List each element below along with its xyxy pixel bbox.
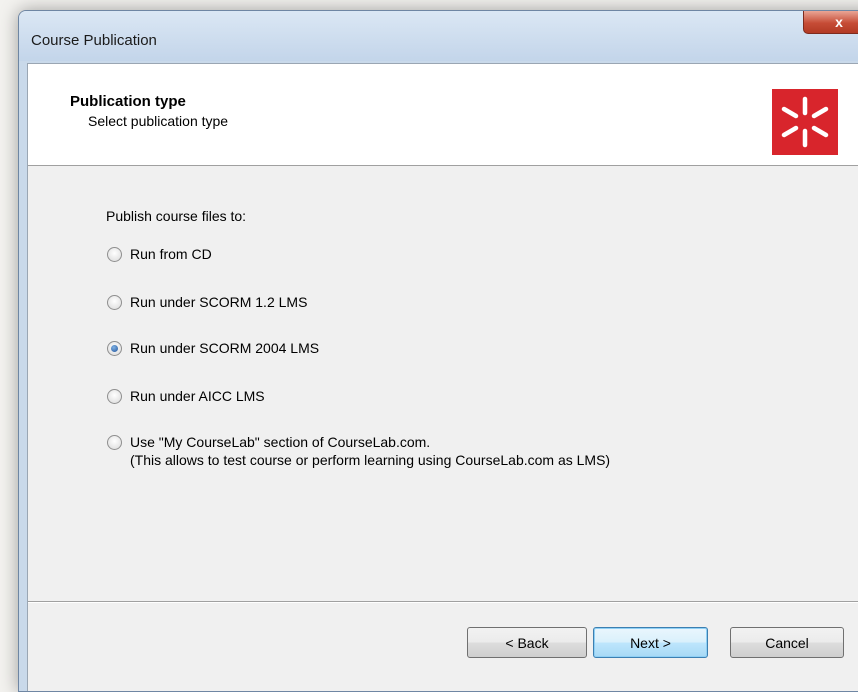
option-label-line1: Use "My CourseLab" section of CourseLab.… xyxy=(130,434,431,450)
asterisk-burst-logo-icon xyxy=(772,89,838,155)
back-button[interactable]: < Back xyxy=(467,627,587,658)
title-bar[interactable]: Course Publication x xyxy=(19,11,858,61)
option-scorm-2004[interactable]: Run under SCORM 2004 LMS xyxy=(107,339,319,357)
option-run-from-cd[interactable]: Run from CD xyxy=(107,245,212,263)
next-button[interactable]: Next > xyxy=(593,627,708,658)
close-icon: x xyxy=(835,14,843,30)
publish-target-label: Publish course files to: xyxy=(106,208,247,224)
radio-aicc[interactable] xyxy=(107,389,122,404)
radio-run-from-cd[interactable] xyxy=(107,247,122,262)
page-subtitle: Select publication type xyxy=(88,113,229,129)
option-label-line2: (This allows to test course or perform l… xyxy=(130,452,611,468)
dialog-body: Publication type Select publication type… xyxy=(27,63,858,691)
window-title: Course Publication xyxy=(31,32,157,49)
radio-scorm-12[interactable] xyxy=(107,295,122,310)
option-scorm-12[interactable]: Run under SCORM 1.2 LMS xyxy=(107,293,307,311)
option-label: Run under SCORM 2004 LMS xyxy=(130,340,320,356)
radio-scorm-2004[interactable] xyxy=(107,341,122,356)
option-aicc[interactable]: Run under AICC LMS xyxy=(107,387,265,405)
radio-my-courselab[interactable] xyxy=(107,435,122,450)
dialog-window: Course Publication x Publication type Se… xyxy=(18,10,858,692)
cancel-button[interactable]: Cancel xyxy=(730,627,844,658)
logo-burst-icon xyxy=(781,96,829,148)
option-label: Run under SCORM 1.2 LMS xyxy=(130,294,308,310)
option-label: Use "My CourseLab" section of CourseLab.… xyxy=(130,433,610,469)
wizard-header: Publication type Select publication type xyxy=(28,64,858,166)
button-area-divider xyxy=(28,601,858,603)
option-my-courselab[interactable]: Use "My CourseLab" section of CourseLab.… xyxy=(107,433,610,469)
close-button[interactable]: x xyxy=(803,11,858,34)
option-label: Run under AICC LMS xyxy=(130,388,265,404)
page-title: Publication type xyxy=(70,93,186,110)
option-label: Run from CD xyxy=(130,246,212,262)
